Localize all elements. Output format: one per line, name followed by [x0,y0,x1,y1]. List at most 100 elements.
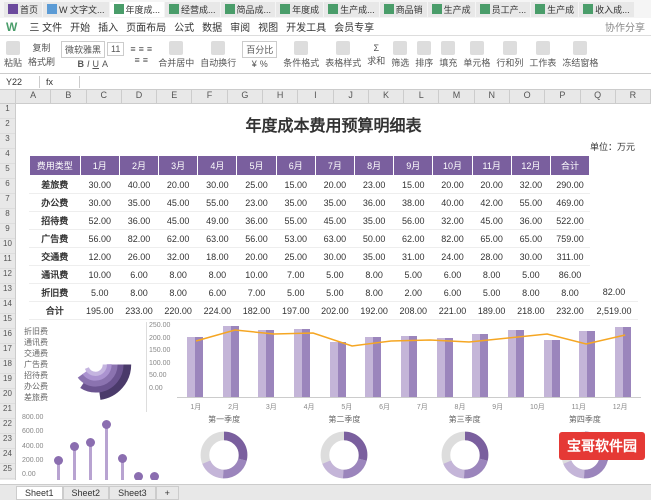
row-header[interactable]: 25 [0,464,15,479]
col-header[interactable]: N [475,90,510,103]
col-header[interactable]: E [157,90,192,103]
col-header[interactable]: L [404,90,439,103]
col-header[interactable]: D [122,90,157,103]
sheet-tab[interactable]: + [156,486,179,500]
row-header[interactable]: 20 [0,389,15,404]
col-header[interactable]: I [298,90,333,103]
align-right-icon[interactable]: ≡ [147,44,152,54]
bold-btn[interactable]: B [77,59,84,69]
rowcol-btn[interactable]: 行和列 [496,41,523,69]
row-header[interactable]: 22 [0,419,15,434]
menu-item[interactable]: 审阅 [230,23,250,34]
font-select[interactable]: 微软雅黑 [61,41,105,58]
menu-item[interactable]: 公式 [174,23,194,34]
doc-tab[interactable]: 首页 [4,2,42,17]
col-header[interactable]: A [16,90,51,103]
doc-tab[interactable]: 员工产... [476,2,531,17]
col-header[interactable]: J [334,90,369,103]
row-header[interactable]: 3 [0,134,15,149]
menu-item[interactable]: 数据 [202,23,222,34]
col-header[interactable]: M [439,90,474,103]
row-header[interactable]: 7 [0,194,15,209]
sheet-tab[interactable]: Sheet2 [63,486,110,500]
filter-btn[interactable]: 筛选 [391,41,409,69]
row-header[interactable]: 19 [0,374,15,389]
row-header[interactable]: 14 [0,299,15,314]
row-header[interactable]: 6 [0,179,15,194]
row-header[interactable]: 11 [0,254,15,269]
col-header[interactable]: F [192,90,227,103]
row-header[interactable]: 16 [0,329,15,344]
align-left-icon[interactable]: ≡ [130,44,135,54]
doc-tab[interactable]: 收入成... [579,2,634,17]
doc-tab[interactable]: 生产成... [324,2,379,17]
doc-tab[interactable]: 年度成... [110,2,165,17]
condfmt-btn[interactable]: 条件格式 [283,41,319,69]
col-header[interactable]: Q [581,90,616,103]
row-header[interactable]: 24 [0,449,15,464]
numfmt-select[interactable]: 百分比 [242,41,277,58]
doc-tab[interactable]: 年度成 [276,2,323,17]
doc-tab[interactable]: 生产成 [531,2,578,17]
formula-bar: Y22 fx [0,74,651,90]
doc-tab[interactable]: 经营成... [165,2,220,17]
sheet-tab[interactable]: Sheet1 [16,486,63,500]
row-header[interactable]: 18 [0,359,15,374]
col-header[interactable]: R [616,90,651,103]
col-header[interactable]: H [263,90,298,103]
col-header[interactable]: K [369,90,404,103]
menu-item[interactable]: 视图 [258,23,278,34]
row-header[interactable]: 8 [0,209,15,224]
row-header[interactable]: 10 [0,239,15,254]
fx-button[interactable]: fx [40,76,80,88]
row-header[interactable]: 23 [0,434,15,449]
col-header[interactable]: G [228,90,263,103]
menu-item[interactable]: 三 文件 [29,23,62,34]
doc-tab[interactable]: 简品成... [221,2,276,17]
doc-tab[interactable]: W 文字文... [43,2,109,17]
sheet-btn[interactable]: 工作表 [529,41,556,69]
align-center-icon[interactable]: ≡ [139,44,144,54]
col-header[interactable]: P [545,90,580,103]
col-header[interactable]: B [51,90,86,103]
row-header[interactable]: 1 [0,104,15,119]
collab-link[interactable]: 协作分享 [605,19,645,34]
menu-item[interactable]: 页面布局 [126,23,166,34]
font-color-btn[interactable]: A [102,59,108,69]
menu-item[interactable]: 会员专享 [334,23,374,34]
row-header[interactable]: 5 [0,164,15,179]
menu-item[interactable]: 插入 [98,23,118,34]
col-header[interactable]: C [87,90,122,103]
paste-group[interactable]: 粘贴 [4,41,22,69]
menu-item[interactable]: 开始 [70,23,90,34]
fill-btn[interactable]: 填充 [439,41,457,69]
size-select[interactable]: 11 [107,42,124,56]
menu-item[interactable]: 开发工具 [286,23,326,34]
doc-tab[interactable]: 商品销 [380,2,427,17]
col-header[interactable]: O [510,90,545,103]
row-header[interactable]: 17 [0,344,15,359]
italic-btn[interactable]: I [87,59,90,69]
copy-group[interactable]: 复制格式刷 [28,41,55,68]
sheet-content[interactable]: 年度成本费用预算明细表 单位：万元 费用类型1月2月3月4月5月6月7月8月9月… [16,104,651,480]
row-header[interactable]: 4 [0,149,15,164]
sheet-tab[interactable]: Sheet3 [109,486,156,500]
sort-btn[interactable]: 排序 [415,41,433,69]
row-header[interactable]: 2 [0,119,15,134]
tblstyle-btn[interactable]: 表格样式 [325,41,361,69]
cellfmt-btn[interactable]: 单元格 [463,41,490,69]
row-header[interactable]: 21 [0,404,15,419]
freeze-btn[interactable]: 冻结窗格 [562,41,598,69]
quarter-chart: 第一季度 [198,414,250,480]
row-header[interactable]: 9 [0,224,15,239]
wrap-btn[interactable]: 自动换行 [200,41,236,69]
row-header[interactable]: 13 [0,284,15,299]
sum-btn[interactable]: Σ求和 [367,43,385,67]
name-box[interactable]: Y22 [0,76,40,88]
merge-btn[interactable]: 合并居中 [158,41,194,69]
row-header[interactable]: 12 [0,269,15,284]
row-header[interactable]: 15 [0,314,15,329]
formula-input[interactable] [80,81,651,83]
doc-tab[interactable]: 生产成 [428,2,475,17]
underline-btn[interactable]: U [92,59,99,69]
